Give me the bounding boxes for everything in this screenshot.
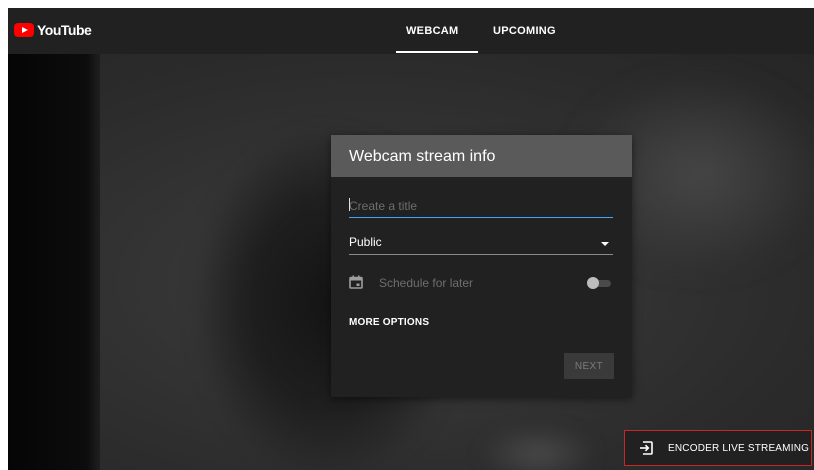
privacy-selected-value: Public — [349, 235, 382, 249]
preview-left-strip — [8, 54, 100, 470]
encoder-live-streaming-button[interactable]: ENCODER LIVE STREAMING — [624, 430, 812, 466]
active-tab-indicator — [396, 51, 478, 53]
text-cursor — [349, 198, 350, 211]
top-bar: YouTube WEBCAM UPCOMING — [8, 8, 814, 54]
input-arrow-icon — [640, 441, 653, 455]
privacy-select[interactable]: Public — [349, 232, 613, 255]
toggle-knob — [587, 277, 599, 289]
youtube-logo[interactable]: YouTube — [14, 22, 92, 38]
calendar-icon — [349, 275, 363, 289]
encoder-button-label: ENCODER LIVE STREAMING — [668, 442, 810, 454]
schedule-row: Schedule for later — [349, 272, 613, 294]
dialog-title: Webcam stream info — [349, 148, 496, 165]
tab-webcam[interactable]: WEBCAM — [406, 25, 459, 37]
app-window: YouTube WEBCAM UPCOMING Webcam stream in… — [8, 8, 814, 470]
schedule-toggle[interactable] — [587, 277, 611, 289]
tab-upcoming[interactable]: UPCOMING — [493, 25, 556, 37]
dialog-header: Webcam stream info — [331, 135, 632, 177]
logo-text: YouTube — [37, 22, 92, 38]
dropdown-arrow-icon — [601, 242, 609, 246]
webcam-stream-info-dialog: Webcam stream info Public Schedule for l… — [331, 135, 632, 397]
preview-lowlight — [478, 424, 598, 470]
more-options-link[interactable]: MORE OPTIONS — [349, 317, 429, 328]
next-button[interactable]: NEXT — [564, 353, 614, 379]
stream-title-input[interactable] — [349, 195, 613, 218]
youtube-play-icon — [14, 23, 34, 37]
schedule-label: Schedule for later — [379, 276, 474, 290]
